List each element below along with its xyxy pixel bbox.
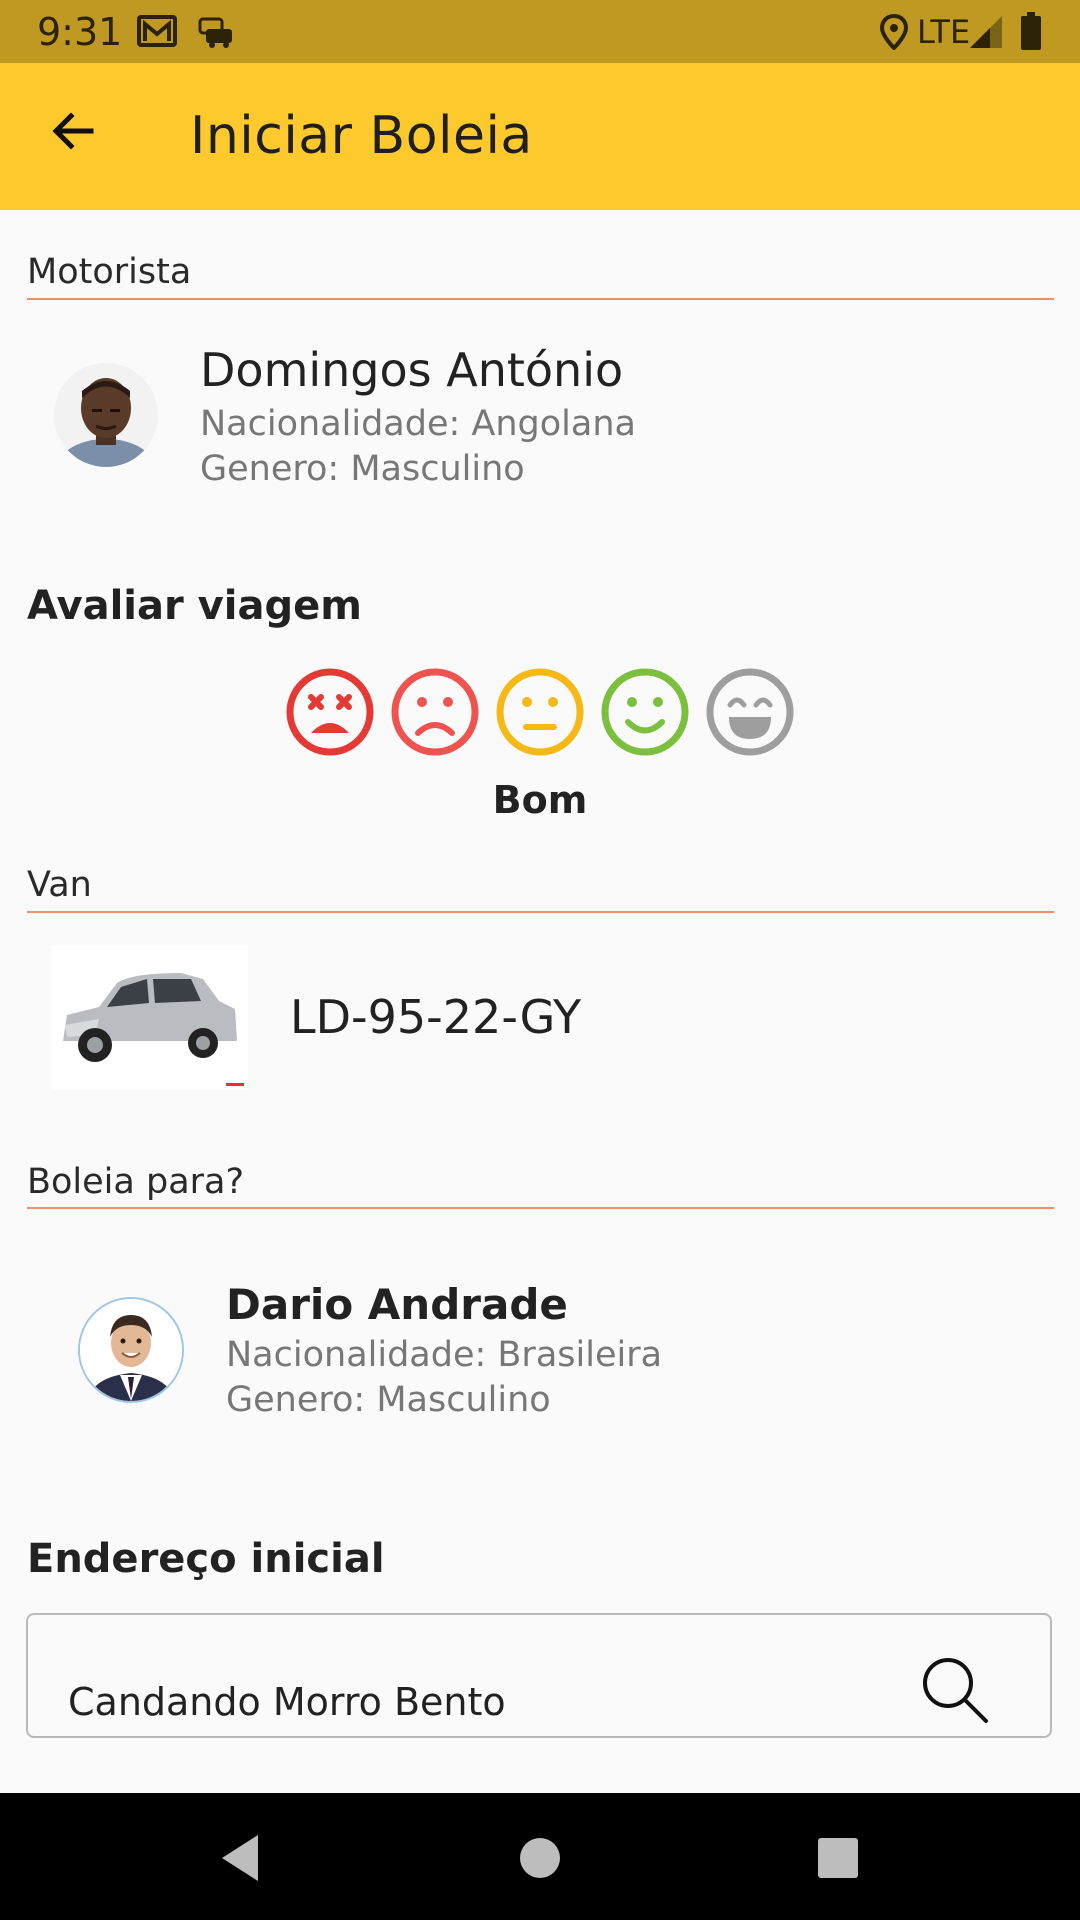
page-title: Iniciar Boleia	[190, 106, 533, 166]
van-section-label: Van	[27, 865, 92, 905]
driver-nationality: Nacionalidade: Angolana	[200, 404, 636, 444]
nav-back-icon[interactable]	[206, 1823, 276, 1893]
driver-section-label: Motorista	[27, 252, 192, 292]
address-heading: Endereço inicial	[27, 1536, 385, 1582]
dead-face-icon[interactable]	[285, 667, 375, 757]
smile-face-icon[interactable]	[600, 667, 690, 757]
nav-recents-icon[interactable]	[803, 1823, 873, 1893]
passenger-divider	[27, 1207, 1054, 1209]
driver-gender: Genero: Masculino	[200, 449, 525, 489]
status-time: 9:31	[37, 10, 123, 54]
driver-name: Domingos António	[200, 343, 624, 397]
gmail-icon	[137, 15, 177, 47]
rating-selected-label: Bom	[492, 778, 588, 822]
passenger-gender: Genero: Masculino	[226, 1380, 551, 1420]
van-divider	[27, 911, 1054, 913]
signal-icon	[970, 16, 1002, 48]
rating-row	[285, 667, 795, 757]
passenger-name: Dario Andrade	[226, 1280, 568, 1329]
back-button[interactable]	[35, 93, 111, 169]
sad-face-icon[interactable]	[390, 667, 480, 757]
van-plate: LD-95-22-GY	[290, 990, 582, 1044]
nav-home-icon[interactable]	[505, 1823, 575, 1893]
car-picture	[51, 945, 248, 1090]
driver-divider	[27, 298, 1054, 300]
location-icon	[880, 14, 908, 50]
start-address-field[interactable]: Candando Morro Bento	[26, 1613, 1052, 1738]
grin-face-icon[interactable]	[705, 667, 795, 757]
passenger-photo	[80, 1299, 182, 1401]
system-nav-bar	[0, 1793, 1080, 1920]
car-notification-icon	[198, 17, 232, 48]
start-address-value[interactable]: Candando Morro Bento	[68, 1683, 506, 1721]
passenger-section-label: Boleia para?	[27, 1162, 245, 1202]
battery-icon	[1021, 12, 1041, 50]
passenger-nationality: Nacionalidade: Brasileira	[226, 1335, 663, 1375]
arrow-back-icon	[52, 112, 94, 150]
neutral-face-icon[interactable]	[495, 667, 585, 757]
app-bar: Iniciar Boleia	[0, 63, 1080, 210]
driver-photo	[54, 363, 158, 467]
search-icon[interactable]	[920, 1655, 990, 1725]
passenger-avatar	[78, 1297, 184, 1403]
rating-heading: Avaliar viagem	[27, 583, 362, 629]
network-type: LTE	[917, 13, 971, 51]
driver-avatar	[54, 363, 158, 467]
status-bar: 9:31 LTE	[0, 0, 1080, 63]
van-image	[51, 945, 248, 1090]
